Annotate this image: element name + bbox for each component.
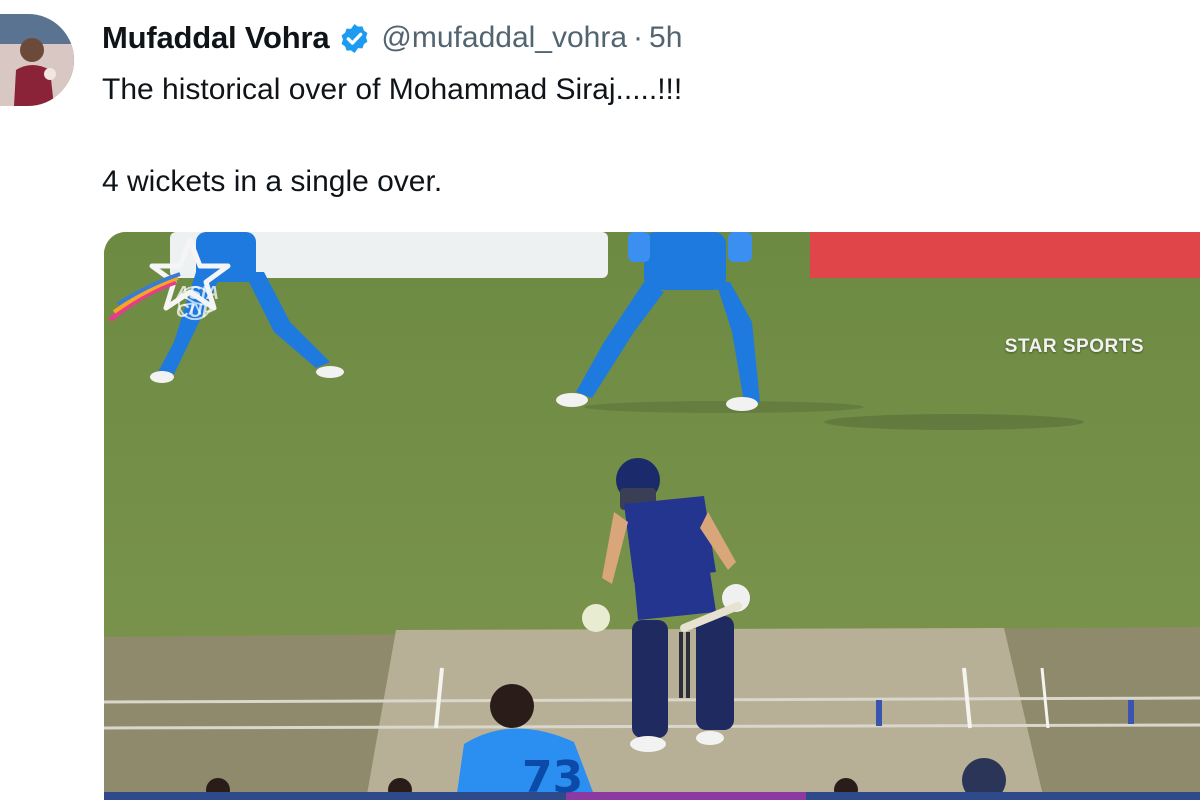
- avatar-image: [0, 14, 74, 106]
- verified-badge-icon: [338, 22, 371, 55]
- tweet-video-media[interactable]: ASIA CUP STAR SPORTS 73: [104, 232, 1200, 800]
- author-avatar[interactable]: [0, 14, 74, 106]
- author-name[interactable]: Mufaddal Vohra: [102, 20, 330, 56]
- broadcast-logo-text: STAR SPORTS: [1004, 336, 1144, 357]
- bowler-jersey-number: 73: [522, 752, 584, 800]
- tweet-timestamp[interactable]: 5h: [649, 21, 682, 55]
- tweet-text-line-2: 4 wickets in a single over.: [102, 165, 443, 198]
- tweet-header: Mufaddal Vohra @mufaddal_vohra · 5h: [102, 18, 682, 58]
- tweet-body: The historical over of Mohammad Siraj...…: [102, 68, 682, 204]
- star-sports-logo-icon: [108, 237, 231, 322]
- separator-dot: ·: [633, 21, 644, 54]
- cricket-scene: [104, 232, 1200, 800]
- tweet-text-line-1: The historical over of Mohammad Siraj...…: [102, 73, 683, 106]
- author-handle[interactable]: @mufaddal_vohra: [381, 21, 627, 55]
